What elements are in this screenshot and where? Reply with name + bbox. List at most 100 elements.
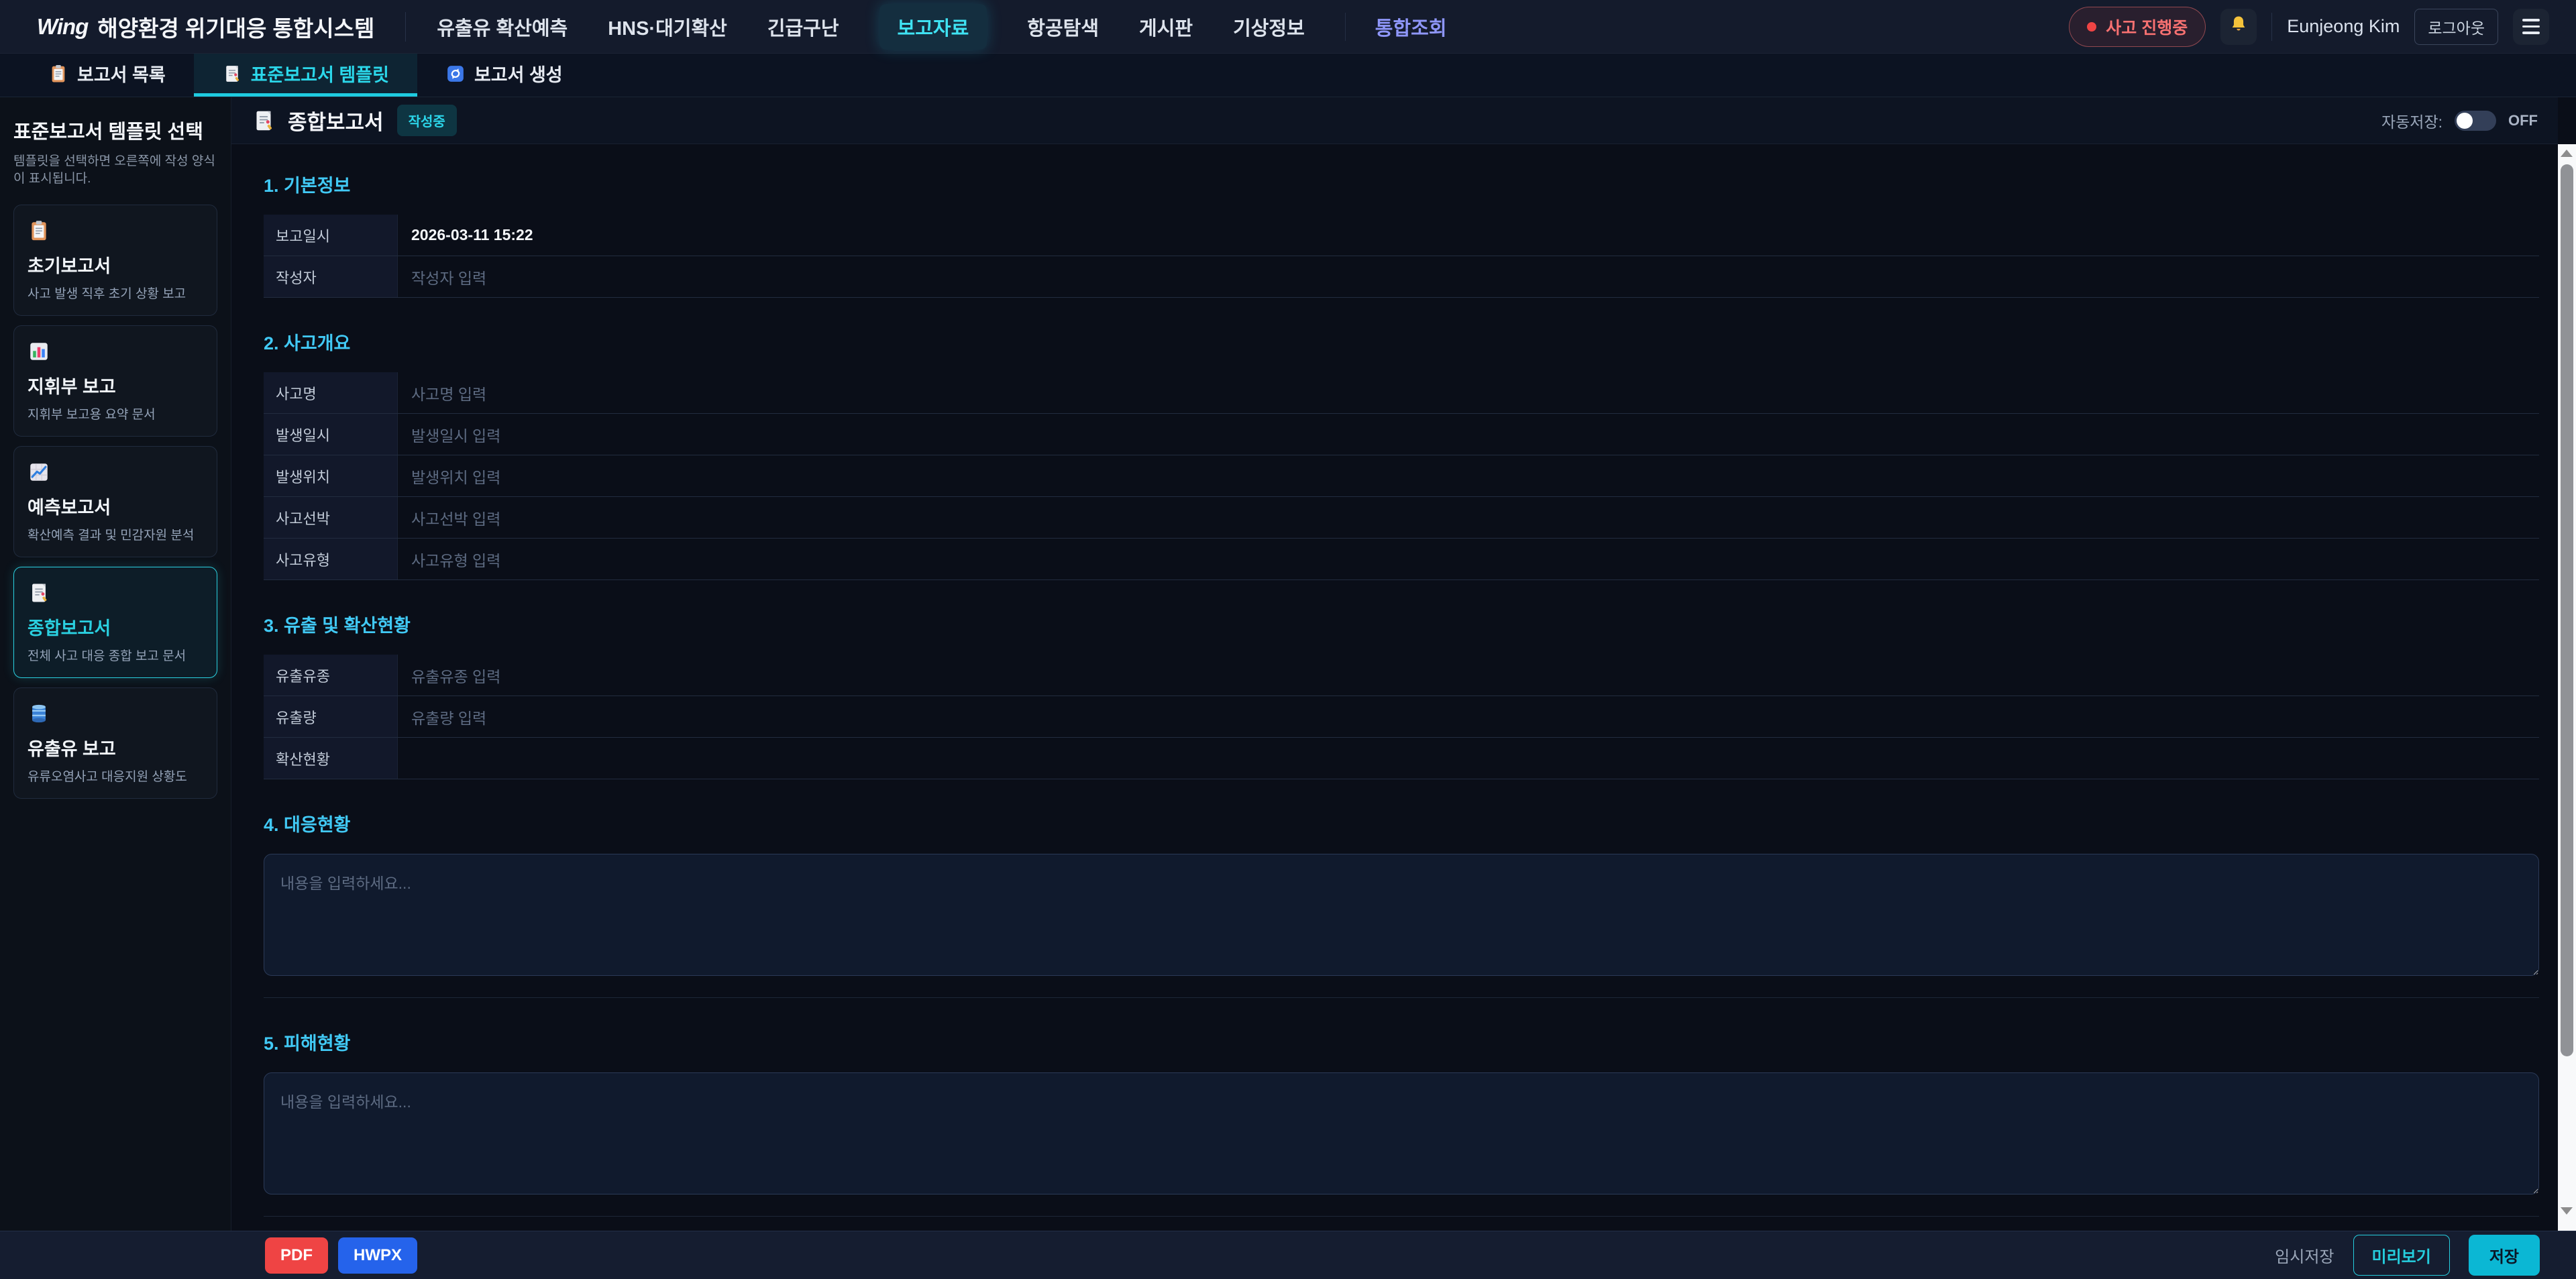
incident-dot-icon: [2087, 22, 2096, 32]
toggle-knob: [2457, 113, 2473, 129]
field-label: 보고일시: [264, 215, 398, 256]
section-heading: 1. 기본정보: [264, 171, 2539, 197]
template-card-prediction-report[interactable]: 예측보고서확산예측 결과 및 민감자원 분석: [13, 446, 217, 557]
template-card-oil-spill-report[interactable]: 유출유 보고유류오염사고 대응지원 상황도: [13, 687, 217, 799]
field-value[interactable]: 사고유형 입력: [398, 539, 2539, 579]
scroll-up-arrow-icon[interactable]: [2561, 150, 2573, 157]
template-name: 지휘부 보고: [28, 372, 203, 398]
table-row: 발생위치발생위치 입력: [264, 455, 2539, 497]
tab-report-generate[interactable]: 보고서 생성: [417, 54, 591, 97]
export-buttons: PDF HWPX: [265, 1237, 427, 1274]
scroll-down-arrow-icon[interactable]: [2561, 1207, 2573, 1215]
template-desc: 유류오염사고 대응지원 상황도: [28, 767, 203, 785]
autosave-controls: 자동저장: OFF: [2381, 109, 2538, 132]
field-placeholder: 발생일시 입력: [411, 423, 500, 446]
field-value[interactable]: 유출유종 입력: [398, 655, 2539, 696]
clipboard-icon: [48, 64, 68, 84]
field-label: 발생일시: [264, 414, 398, 455]
tab-label: 보고서 생성: [474, 60, 563, 87]
template-card-initial-report[interactable]: 초기보고서사고 발생 직후 초기 상황 보고: [13, 205, 217, 316]
menu-button[interactable]: [2513, 9, 2549, 45]
field-placeholder: 작성자 입력: [411, 266, 486, 288]
nav-item-weather-info[interactable]: 기상정보: [1233, 13, 1305, 41]
autosave-label: 자동저장:: [2381, 109, 2443, 132]
temp-save-button[interactable]: 임시저장: [2275, 1243, 2334, 1267]
table-row: 확산현황: [264, 738, 2539, 779]
field-value[interactable]: [398, 738, 2539, 779]
section-heading: 2. 사고개요: [264, 329, 2539, 355]
table-row: 유출유종유출유종 입력: [264, 655, 2539, 696]
app-title: 해양환경 위기대응 통합시스템: [97, 11, 374, 43]
report-form: 1. 기본정보보고일시2026-03-11 15:22작성자 작성자 입력 2. 사…: [231, 144, 2558, 1231]
vertical-scrollbar: [2558, 144, 2576, 1231]
notifications-button[interactable]: [2220, 9, 2257, 45]
nav-item-board[interactable]: 게시판: [1139, 13, 1193, 41]
template-card-comprehensive-report[interactable]: 종합보고서전체 사고 대응 종합 보고 문서: [13, 567, 217, 678]
field-label: 유출량: [264, 696, 398, 737]
line-chart-icon: [28, 460, 203, 484]
logout-button[interactable]: 로그아웃: [2414, 9, 2498, 45]
main-menu: 유출유 확산예측 HNS·대기확산 긴급구난 보고자료 항공탐색 게시판 기상정보 통합조회: [437, 4, 1446, 50]
section-table: 보고일시2026-03-11 15:22작성자 작성자 입력: [264, 215, 2539, 298]
incident-badge-label: 사고 진행중: [2106, 15, 2188, 39]
user-name: Eunjeong Kim: [2287, 16, 2400, 37]
field-placeholder: 유출유종 입력: [411, 664, 500, 687]
editor-footer: PDF HWPX 임시저장 미리보기 저장: [0, 1231, 2576, 1279]
field-placeholder: 발생위치 입력: [411, 465, 500, 488]
table-row: 사고선박사고선박 입력: [264, 497, 2539, 539]
preview-button[interactable]: 미리보기: [2353, 1235, 2450, 1276]
autosave-toggle[interactable]: [2455, 111, 2496, 131]
tab-label: 보고서 목록: [77, 60, 166, 87]
scrollbar-thumb[interactable]: [2561, 164, 2573, 1056]
field-value[interactable]: 사고명 입력: [398, 372, 2539, 413]
incident-status-badge[interactable]: 사고 진행중: [2069, 7, 2206, 47]
field-label: 사고명: [264, 372, 398, 413]
field-value[interactable]: 사고선박 입력: [398, 497, 2539, 538]
tab-report-list[interactable]: 보고서 목록: [20, 54, 194, 97]
field-placeholder: 유출량 입력: [411, 706, 486, 728]
field-placeholder: 사고명 입력: [411, 382, 486, 404]
nav-item-air-search[interactable]: 항공탐색: [1027, 13, 1099, 41]
section-heading: 4. 대응현황: [264, 810, 2539, 836]
field-value[interactable]: 유출량 입력: [398, 696, 2539, 737]
save-button[interactable]: 저장: [2469, 1235, 2540, 1276]
tab-standard-template[interactable]: 표준보고서 템플릿: [194, 54, 417, 97]
field-value[interactable]: 발생위치 입력: [398, 455, 2539, 496]
logo-mark: Wing: [37, 14, 88, 40]
template-card-command-report[interactable]: 지휘부 보고지휘부 보고용 요약 문서: [13, 325, 217, 437]
nav-divider: [2271, 13, 2272, 41]
field-value[interactable]: 2026-03-11 15:22: [398, 215, 2539, 256]
field-value[interactable]: 발생일시 입력: [398, 414, 2539, 455]
nav-item-oil-diffusion[interactable]: 유출유 확산예측: [437, 13, 568, 41]
table-row: 작성자 작성자 입력: [264, 256, 2539, 298]
nav-item-hns-air[interactable]: HNS·대기확산: [608, 13, 727, 41]
nav-item-emergency-rescue[interactable]: 긴급구난: [767, 13, 839, 41]
template-desc: 사고 발생 직후 초기 상황 보고: [28, 284, 203, 302]
sidebar-title: 표준보고서 템플릿 선택: [13, 116, 217, 144]
editor-header: 종합보고서 작성중 자동저장: OFF: [231, 97, 2558, 144]
footer-actions: 임시저장 미리보기 저장: [2275, 1235, 2540, 1276]
section-divider: [264, 997, 2539, 998]
nav-item-integrated-search[interactable]: 통합조회: [1345, 13, 1447, 41]
template-name: 유출유 보고: [28, 734, 203, 761]
template-list: 초기보고서사고 발생 직후 초기 상황 보고지휘부 보고지휘부 보고용 요약 문…: [13, 205, 217, 799]
nav-item-report-data[interactable]: 보고자료: [879, 4, 987, 50]
export-pdf-button[interactable]: PDF: [265, 1237, 328, 1274]
section-divider: [264, 1216, 2539, 1217]
section-textarea[interactable]: [264, 1072, 2539, 1194]
template-name: 종합보고서: [28, 614, 203, 640]
top-navbar: Wing 해양환경 위기대응 통합시스템 유출유 확산예측 HNS·대기확산 긴급구…: [0, 0, 2576, 54]
nav-divider: [405, 12, 406, 42]
section-textarea[interactable]: [264, 854, 2539, 976]
field-placeholder: 사고유형 입력: [411, 548, 500, 571]
hamburger-icon: [2522, 19, 2540, 34]
field-value[interactable]: 작성자 입력: [398, 256, 2539, 297]
autosave-state: OFF: [2508, 112, 2538, 129]
field-placeholder: 사고선박 입력: [411, 506, 500, 529]
template-sidebar: 표준보고서 템플릿 선택 템플릿을 선택하면 오른쪽에 작성 양식이 표시됩니다…: [0, 97, 231, 1231]
field-label: 작성자: [264, 256, 398, 297]
app-logo: Wing 해양환경 위기대응 통합시스템: [37, 11, 374, 43]
export-hwpx-button[interactable]: HWPX: [338, 1237, 417, 1274]
table-row: 발생일시 발생일시 입력: [264, 414, 2539, 455]
section-heading: 5. 피해현황: [264, 1029, 2539, 1055]
